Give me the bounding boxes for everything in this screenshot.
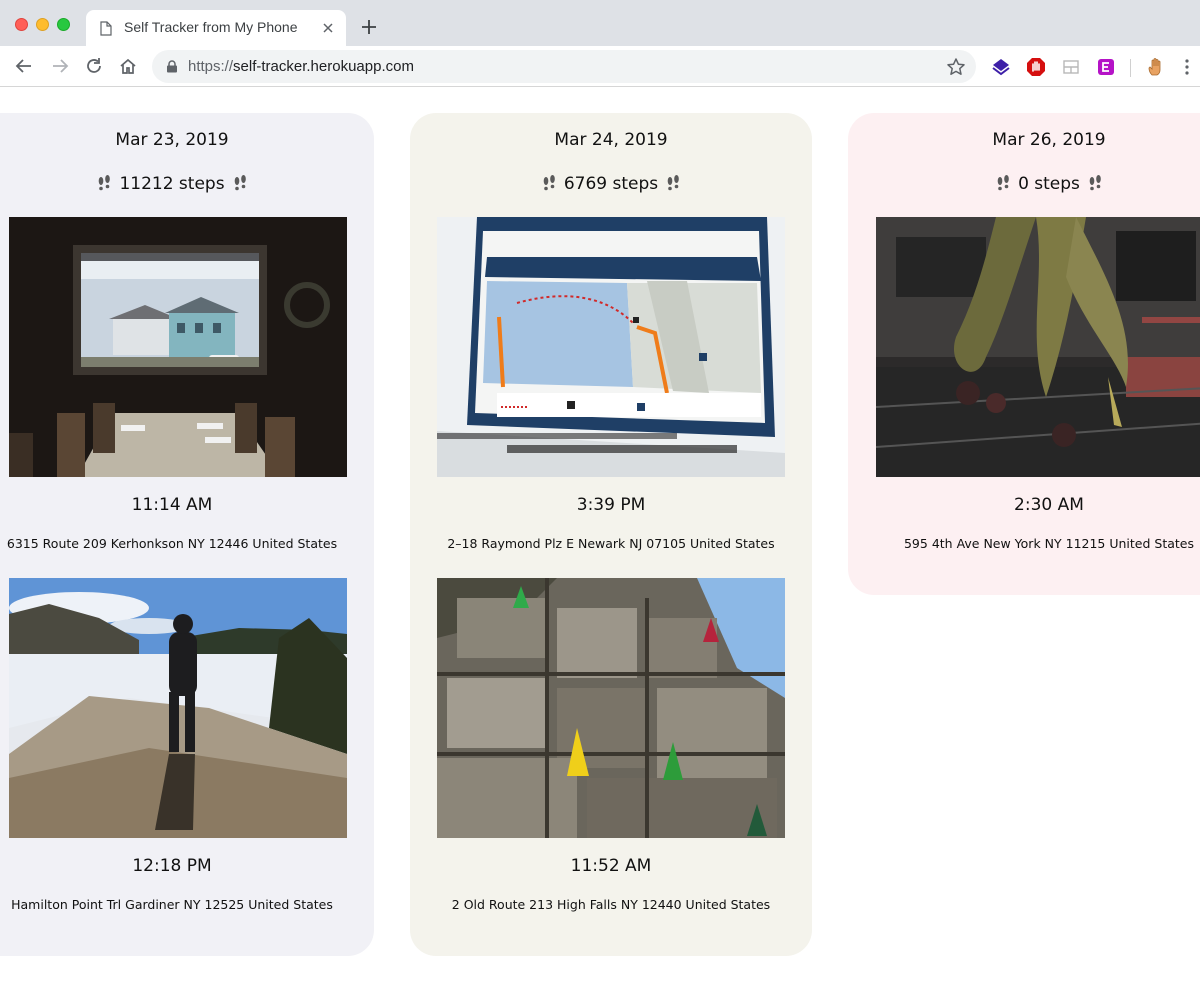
day-card: Mar 23, 2019 11212 steps 11:14 AM 6315 R…	[0, 113, 374, 956]
url-host: self-tracker.herokuapp.com	[233, 58, 414, 75]
url-text: https://self-tracker.herokuapp.com	[188, 58, 414, 75]
url-scheme: https://	[188, 58, 234, 75]
toolbar-divider	[1130, 59, 1131, 77]
bookmark-star-icon[interactable]	[946, 57, 966, 77]
entry-time: 11:14 AM	[131, 495, 213, 515]
entry-time: 12:18 PM	[132, 856, 212, 876]
entry-address: 2 Old Route 213 High Falls NY 12440 Unit…	[451, 897, 771, 912]
steps-count: 0 steps	[1018, 174, 1080, 194]
adblock-stop-hand-icon[interactable]	[1026, 57, 1046, 77]
lock-icon	[167, 60, 177, 73]
entry-photo	[876, 217, 1200, 477]
day-date: Mar 23, 2019	[115, 130, 229, 150]
day-steps: 11212 steps	[0, 174, 374, 194]
entry-photo	[9, 217, 347, 477]
maximize-window-button[interactable]	[57, 18, 70, 31]
close-tab-icon[interactable]	[320, 20, 336, 36]
layout-extension-icon[interactable]	[1061, 57, 1081, 77]
browser-tab-bar: Self Tracker from My Phone	[0, 0, 1200, 46]
browser-tab-active[interactable]: Self Tracker from My Phone	[86, 10, 346, 46]
day-steps: 0 steps	[848, 174, 1200, 194]
minimize-window-button[interactable]	[36, 18, 49, 31]
footprints-icon	[1089, 175, 1101, 191]
extension-stack-icon[interactable]	[991, 57, 1011, 77]
tab-title: Self Tracker from My Phone	[124, 19, 298, 35]
close-window-button[interactable]	[15, 18, 28, 31]
page-content: Mar 23, 2019 11212 steps 11:14 AM 6315 R…	[0, 88, 1200, 988]
entry-address: Hamilton Point Trl Gardiner NY 12525 Uni…	[11, 897, 333, 912]
address-bar[interactable]: https://self-tracker.herokuapp.com	[152, 50, 976, 83]
entry-photo	[9, 578, 347, 838]
forward-arrow-icon[interactable]	[50, 56, 70, 76]
day-date: Mar 24, 2019	[554, 130, 668, 150]
steps-count: 11212 steps	[119, 174, 225, 194]
day-card: Mar 24, 2019 6769 steps 3:39 PM 2–18 Ray…	[410, 113, 812, 956]
browser-menu-icon[interactable]	[1182, 57, 1192, 77]
back-arrow-icon[interactable]	[14, 56, 34, 76]
day-card: Mar 26, 2019 0 steps 2:30 AM 595 4th Ave…	[848, 113, 1200, 595]
reload-icon[interactable]	[84, 56, 104, 76]
entry-address: 595 4th Ave New York NY 11215 United Sta…	[903, 536, 1194, 551]
entry-time: 11:52 AM	[570, 856, 652, 876]
e-extension-icon[interactable]	[1096, 57, 1116, 77]
new-tab-icon[interactable]	[360, 18, 378, 36]
day-steps: 6769 steps	[410, 174, 812, 194]
steps-count: 6769 steps	[563, 174, 659, 194]
hand-extension-icon[interactable]	[1146, 57, 1166, 77]
footprints-icon	[997, 175, 1009, 191]
entry-time: 2:30 AM	[1014, 495, 1084, 515]
entry-time: 3:39 PM	[576, 495, 646, 515]
entry-address: 6315 Route 209 Kerhonkson NY 12446 Unite…	[6, 536, 338, 551]
browser-toolbar: https://self-tracker.herokuapp.com	[0, 46, 1200, 87]
day-date: Mar 26, 2019	[992, 130, 1106, 150]
footprints-icon	[234, 175, 246, 191]
document-icon	[100, 21, 112, 36]
entry-photo	[437, 578, 785, 838]
footprints-icon	[99, 175, 111, 191]
home-icon[interactable]	[118, 56, 138, 76]
footprints-icon	[543, 175, 555, 191]
entry-address: 2–18 Raymond Plz E Newark NJ 07105 Unite…	[447, 536, 775, 551]
entry-photo	[437, 217, 785, 477]
footprints-icon	[667, 175, 679, 191]
